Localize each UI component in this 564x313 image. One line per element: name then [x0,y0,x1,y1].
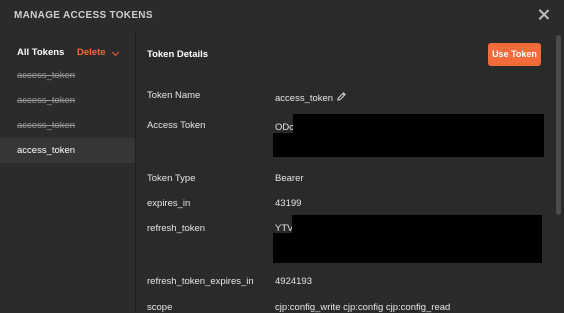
use-token-button[interactable]: Use Token [488,43,541,66]
token-item-label: access_token [17,95,76,106]
access-token-label: Access Token [147,120,206,131]
scope-label: scope [147,302,173,313]
scrollbar-thumb[interactable] [556,35,561,215]
token-item-label: access_token [17,145,76,156]
dialog-title: MANAGE ACCESS TOKENS [14,10,153,21]
close-icon[interactable] [536,7,552,23]
delete-dropdown-button[interactable]: Delete [77,47,106,58]
redaction-block [273,233,542,263]
token-item-label: access_token [17,120,76,131]
expires-in-label: expires_in [147,198,191,209]
token-list-item[interactable]: access_token [0,113,135,138]
token-type-label: Token Type [147,173,196,184]
token-list-sidebar: All Tokens Delete access_token access_to… [0,31,136,312]
token-list-item-selected[interactable]: access_token [0,138,135,163]
access-token-value: ODc [275,122,294,133]
dialog-header: MANAGE ACCESS TOKENS [0,0,564,31]
token-name-value: access_token [275,93,334,104]
refresh-token-expires-in-label: refresh_token_expires_in [147,276,254,287]
refresh-token-expires-in-value: 4924193 [275,276,312,287]
manage-access-tokens-dialog: MANAGE ACCESS TOKENS All Tokens Delete a… [0,0,564,313]
pencil-icon[interactable] [336,91,347,102]
refresh-token-label: refresh_token [147,223,206,234]
redaction-block [292,215,542,233]
chevron-down-icon[interactable] [111,48,120,57]
expires-in-value: 43199 [275,198,302,209]
token-type-value: Bearer [275,173,304,184]
token-list-item[interactable]: access_token [0,88,135,113]
redaction-block [273,133,544,157]
sidebar-header: All Tokens Delete [0,31,135,67]
token-details-panel: Token Details Use Token Token Name acces… [136,31,564,313]
redaction-block [293,114,544,133]
token-name-label: Token Name [147,90,201,101]
all-tokens-label: All Tokens [17,47,65,58]
scope-value: cjp:config_write cjp:config cjp:config_r… [275,302,451,313]
token-details-heading: Token Details [147,49,209,60]
token-list-item[interactable]: access_token [0,63,135,88]
token-item-label: access_token [17,70,76,81]
